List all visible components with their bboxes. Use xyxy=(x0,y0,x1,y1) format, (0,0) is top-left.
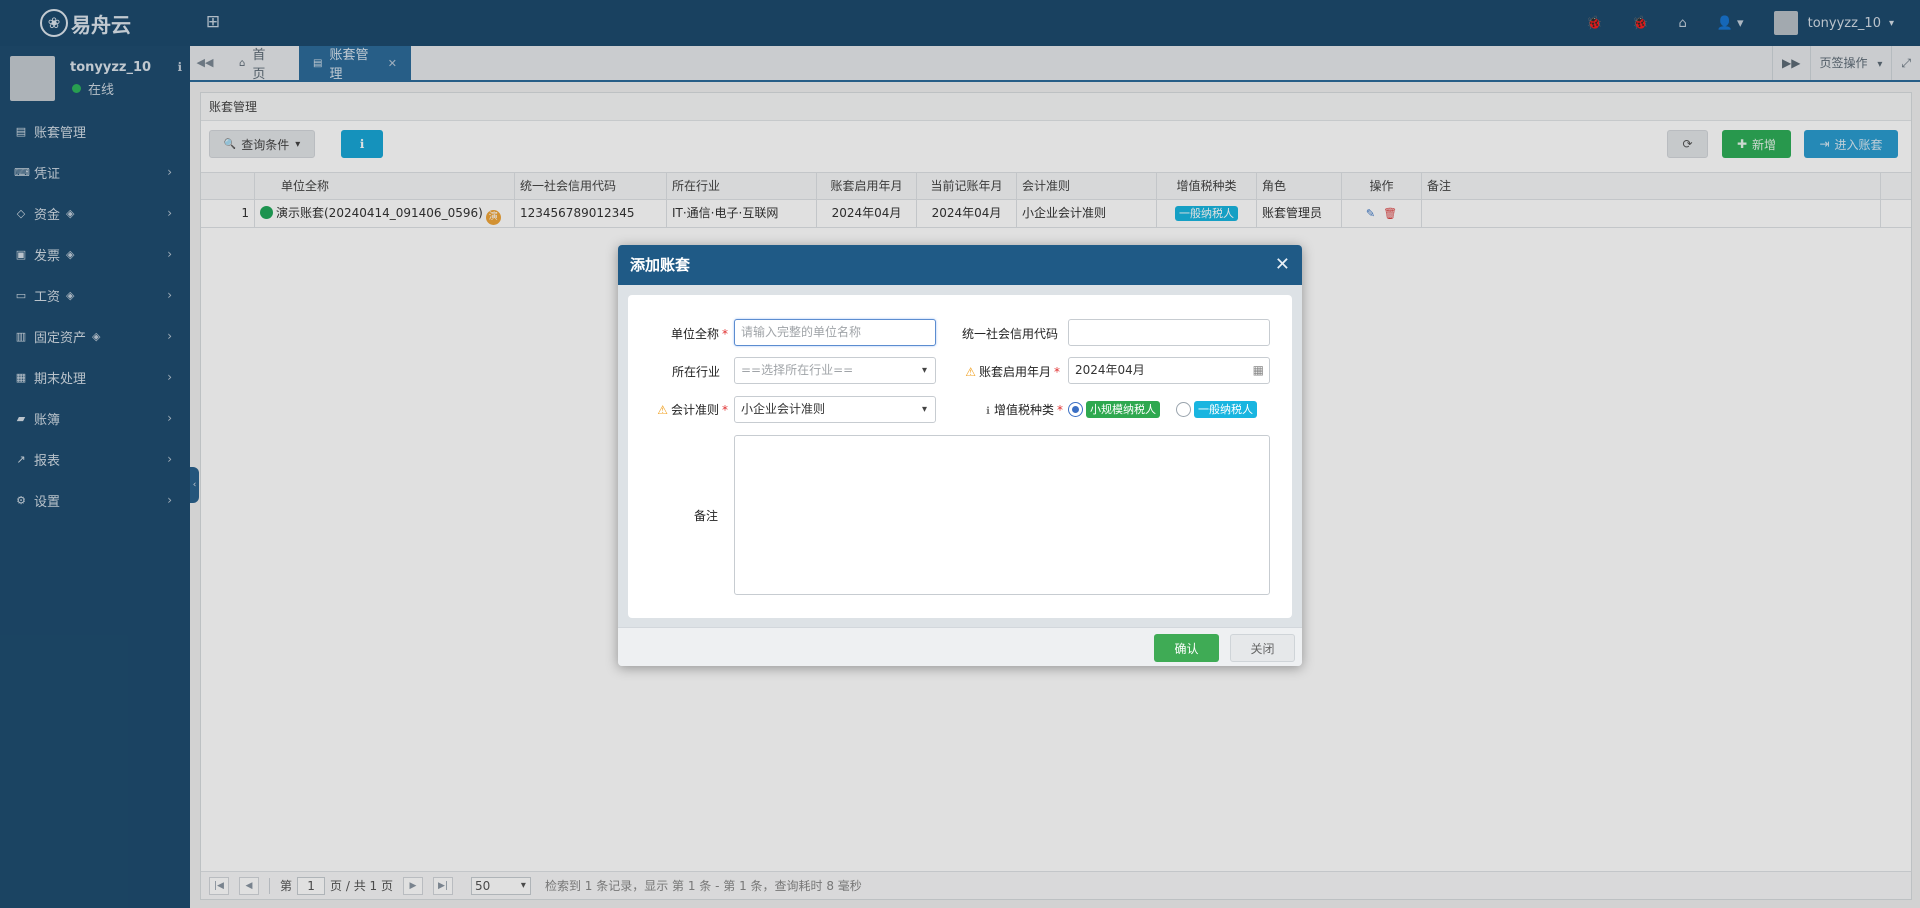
credit-code-input[interactable] xyxy=(1068,319,1270,346)
dialog-header: 添加账套 ✕ xyxy=(618,245,1302,285)
company-name-input[interactable]: 请输入完整的单位名称 xyxy=(734,319,936,346)
vat-small-scale-radio[interactable] xyxy=(1068,402,1083,417)
close-button[interactable]: 关闭 xyxy=(1230,634,1295,662)
select-value: 小企业会计准则 xyxy=(741,402,826,416)
label-text: 单位全称 xyxy=(670,327,719,341)
close-icon[interactable]: ✕ xyxy=(1275,245,1290,285)
start-month-label: ⚠ 账套启用年月 * xyxy=(958,363,1060,380)
add-account-set-dialog: 添加账套 ✕ 单位全称 * 请输入完整的单位名称 统一社会信用代码 所在行业 ==… xyxy=(618,245,1302,666)
company-name-label: 单位全称 * xyxy=(658,325,728,342)
chevron-down-icon: ▾ xyxy=(921,404,927,415)
remark-label: 备注 xyxy=(693,509,718,523)
info-icon: ℹ xyxy=(986,406,990,417)
accounting-standard-select[interactable]: 小企业会计准则 ▾ xyxy=(734,396,936,423)
vat-general-radio[interactable] xyxy=(1176,402,1191,417)
warning-icon: ⚠ xyxy=(657,403,668,417)
label-text: 会计准则 xyxy=(670,403,719,417)
label-text: 增值税种类 xyxy=(993,403,1054,417)
confirm-button[interactable]: 确认 xyxy=(1154,634,1219,662)
required-mark: * xyxy=(1057,403,1063,417)
warning-icon: ⚠ xyxy=(965,365,976,379)
remark-textarea[interactable] xyxy=(734,435,1270,595)
required-mark: * xyxy=(722,403,728,417)
dialog-title: 添加账套 xyxy=(630,256,691,274)
start-month-input[interactable]: 2024年04月 ▦ xyxy=(1068,357,1270,384)
required-mark: * xyxy=(1054,365,1060,379)
industry-label: 所在行业 xyxy=(671,365,720,379)
accounting-standard-label: ⚠ 会计准则 * xyxy=(652,401,728,418)
input-placeholder: 请输入完整的单位名称 xyxy=(741,325,862,339)
label-text: 账套启用年月 xyxy=(978,365,1051,379)
required-mark: * xyxy=(722,327,728,341)
calendar-icon[interactable]: ▦ xyxy=(1253,358,1264,383)
select-placeholder: ==选择所在行业== xyxy=(741,363,854,377)
input-value: 2024年04月 xyxy=(1075,363,1145,377)
industry-select[interactable]: ==选择所在行业== ▾ xyxy=(734,357,936,384)
dialog-form: 单位全称 * 请输入完整的单位名称 统一社会信用代码 所在行业 ==选择所在行业=… xyxy=(628,295,1292,618)
vat-small-scale-badge[interactable]: 小规模纳税人 xyxy=(1086,401,1160,418)
dialog-footer: 确认 关闭 xyxy=(618,627,1302,666)
credit-code-label: 统一社会信用代码 xyxy=(961,327,1058,341)
chevron-down-icon: ▾ xyxy=(921,365,927,376)
vat-general-badge[interactable]: 一般纳税人 xyxy=(1194,401,1257,418)
vat-type-label: ℹ 增值税种类 * xyxy=(973,401,1063,418)
